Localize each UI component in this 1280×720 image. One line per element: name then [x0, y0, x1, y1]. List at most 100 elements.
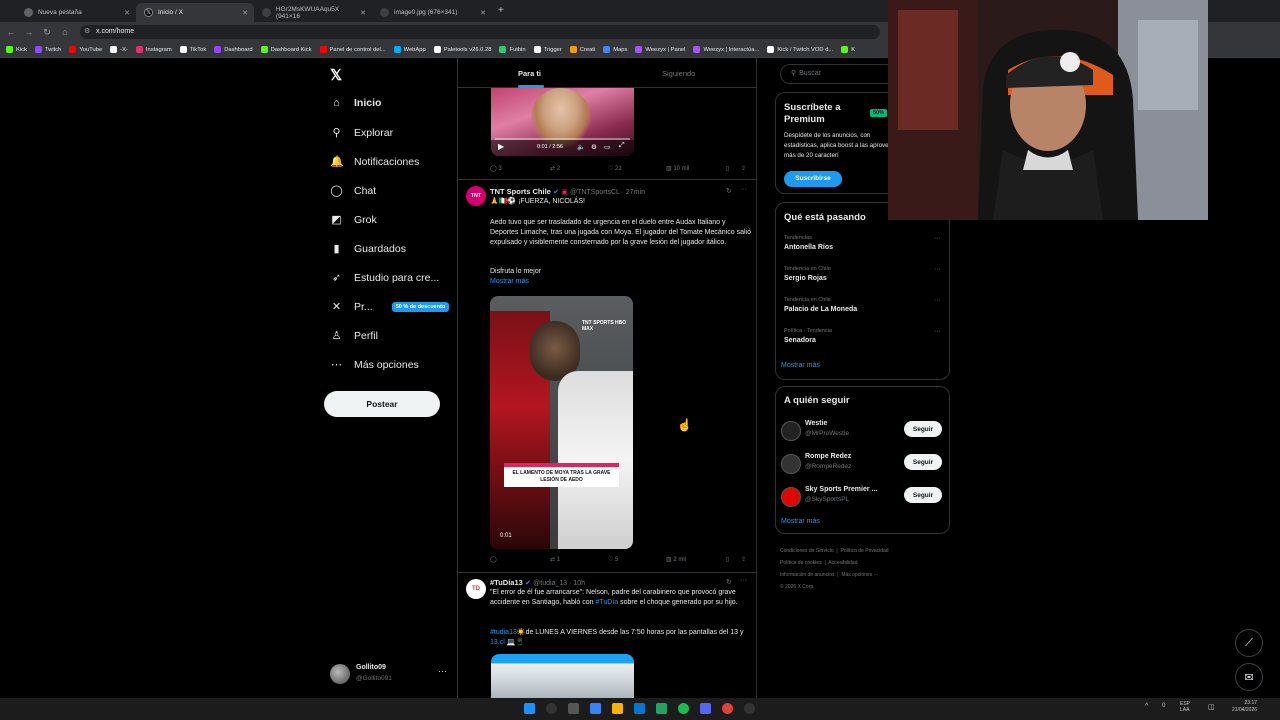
tweet-author[interactable]: #TuDía13 — [490, 578, 523, 587]
views-icon[interactable]: ▥ 2 mil — [666, 556, 686, 563]
bookmark-item[interactable]: Dashboard — [214, 46, 253, 53]
fullscreen-icon[interactable]: ⤢ — [619, 142, 625, 150]
post-button[interactable]: Postear — [324, 391, 440, 417]
bookmark-icon[interactable]: ▯ — [726, 165, 729, 172]
sidebar-item-pr[interactable]: ✕ Pr... 50 % de descuento — [330, 300, 450, 313]
hashtag-link[interactable]: #tudia13 — [490, 629, 517, 636]
sidebar-item-chat[interactable]: ◯ Chat — [330, 184, 376, 198]
sidebar-item-guardados[interactable]: ▮ Guardados — [330, 242, 405, 256]
sidebar-item-grok[interactable]: ◩ Grok — [330, 213, 376, 227]
app-icon[interactable] — [634, 703, 645, 714]
trend-item[interactable]: Tendencia en Chile Palacio de La Moneda ··… — [776, 297, 949, 325]
bookmark-item[interactable]: -X- — [110, 46, 128, 53]
show-more-link[interactable]: Mostrar más — [781, 362, 820, 369]
avatar[interactable]: TD — [466, 579, 486, 599]
windows-start-icon[interactable] — [524, 703, 535, 714]
back-icon[interactable]: ← — [2, 27, 20, 37]
network-icon[interactable]: ◫ — [1208, 703, 1215, 711]
follow-name[interactable]: Rompe Redez — [805, 453, 851, 460]
footer-link[interactable]: Más opciones ··· — [841, 572, 878, 578]
bookmark-item[interactable]: Kick / Twitch VOD d... — [767, 46, 833, 53]
excel-icon[interactable] — [656, 703, 667, 714]
sidebar-item-explorar[interactable]: ⚲ Explorar — [330, 126, 393, 140]
sidebar-item-inicio[interactable]: ⌂ Inicio — [330, 97, 381, 109]
bookmark-item[interactable]: Weezyx | Interactúa... — [693, 46, 759, 53]
avatar[interactable]: TNT — [466, 186, 486, 206]
new-tab-icon[interactable]: + — [498, 5, 504, 16]
folder-icon[interactable] — [612, 703, 623, 714]
footer-link[interactable]: Accesibilidad — [828, 560, 857, 566]
bookmark-item[interactable]: Maps — [603, 46, 627, 53]
more-icon[interactable]: ··· — [934, 297, 941, 304]
follow-name[interactable]: Sky Sports Premier ... — [805, 486, 877, 493]
hashtag-link[interactable]: #TuDía — [595, 599, 618, 606]
follow-suggestion[interactable]: Rompe Redez @RompeRedez Seguir — [776, 452, 949, 480]
bookmark-item[interactable]: Trigger — [533, 46, 562, 53]
volume-icon[interactable]: 🔈 — [577, 143, 585, 151]
messages-icon[interactable]: ✉ — [1235, 663, 1263, 691]
url-link[interactable]: 13.cl — [490, 639, 505, 646]
bookmark-item[interactable]: TikTok — [179, 46, 206, 53]
footer-link[interactable]: Política de cookies — [780, 560, 822, 566]
bookmark-item[interactable]: Creati — [569, 46, 595, 53]
bookmark-item[interactable]: WebApp — [393, 46, 426, 53]
share-icon[interactable]: ⇪ — [741, 556, 746, 563]
bookmark-item[interactable]: Twitch — [34, 46, 61, 53]
video-player[interactable]: ▶ 0:01 / 2:56 🔈 ⚙ ▭ ⤢ — [491, 88, 634, 156]
bookmark-item[interactable]: Dashboard Kick — [260, 46, 312, 53]
x-logo-icon[interactable]: 𝕏 — [330, 66, 342, 84]
bookmark-item[interactable]: Weezyx | Panel — [635, 46, 685, 53]
browser-tab[interactable]: Nueva pestaña ✕ — [16, 3, 136, 22]
follow-button[interactable]: Seguir — [904, 487, 942, 503]
more-icon[interactable]: ··· — [934, 328, 941, 335]
footer-link[interactable]: Información de anuncios — [780, 572, 834, 578]
tweet[interactable]: TNT TNT Sports Chile ✔ ▣ @TNTSportsCL · … — [458, 180, 756, 574]
more-icon[interactable]: ··· — [740, 186, 747, 193]
grok-icon[interactable]: ↻ — [726, 578, 732, 586]
clock[interactable]: 23:17 21/04/2026 — [1232, 700, 1257, 714]
chrome-icon[interactable] — [722, 703, 733, 714]
trend-item[interactable]: Tendencias Antonella Ríos ··· — [776, 235, 949, 263]
tray-chevron-icon[interactable]: ^ — [1145, 703, 1148, 710]
bookmark-item[interactable]: Paletools v26.0.28 — [433, 46, 491, 53]
sidebar-item-estudio-para-cre[interactable]: ➶ Estudio para cre... — [330, 271, 439, 285]
show-more-link[interactable]: Mostrar más — [490, 277, 752, 287]
follow-button[interactable]: Seguir — [904, 454, 942, 470]
progress-bar[interactable] — [495, 138, 630, 140]
search-icon[interactable] — [546, 703, 557, 714]
bookmark-item[interactable]: YouTube — [69, 46, 102, 53]
site-info-icon[interactable]: ⚙ — [84, 25, 90, 39]
sidebar-item-notificaciones[interactable]: 🔔 Notificaciones — [330, 155, 419, 169]
bookmark-item[interactable]: Kick — [6, 46, 27, 53]
bookmark-item[interactable]: K — [841, 46, 855, 53]
grok-icon[interactable]: ⟋ — [1235, 629, 1263, 657]
like-icon[interactable]: ♡ 5 — [608, 556, 618, 563]
reload-icon[interactable]: ↻ — [38, 27, 56, 38]
url-field[interactable]: ⚙ x.com/home — [80, 25, 880, 39]
forward-icon[interactable]: → — [20, 27, 38, 37]
home-button-icon[interactable]: ⌂ — [56, 27, 74, 37]
play-icon[interactable]: ▶ — [498, 142, 504, 151]
more-icon[interactable]: ··· — [740, 577, 747, 584]
app-icon[interactable] — [590, 703, 601, 714]
bookmark-icon[interactable]: ▯ — [726, 556, 729, 563]
footer-link[interactable]: Condiciones de Servicio — [780, 548, 834, 554]
avatar[interactable] — [781, 487, 801, 507]
trend-item[interactable]: Política · Tendencia Senadora ··· — [776, 328, 949, 356]
tab-following[interactable]: Siguiendo — [662, 69, 695, 78]
close-icon[interactable]: ✕ — [124, 9, 130, 17]
close-icon[interactable]: ✕ — [360, 9, 366, 17]
avatar[interactable] — [781, 454, 801, 474]
bookmark-item[interactable]: Panel de control del... — [319, 46, 386, 53]
sidebar-item-perfil[interactable]: ♙ Perfil — [330, 329, 378, 343]
close-icon[interactable]: ✕ — [242, 9, 248, 17]
tweet[interactable]: TD #TuDía13 ✔ @tudia_13 · 10h ↻ ··· "El … — [458, 573, 756, 698]
more-icon[interactable]: ··· — [934, 235, 941, 242]
grok-icon[interactable]: ↻ — [726, 187, 732, 195]
reply-icon[interactable]: ◯ — [490, 556, 497, 563]
tab-for-you[interactable]: Para ti — [518, 69, 541, 78]
video-player[interactable]: TNT SPORTS HBO MAX EL LAMENTO DE MOYA TR… — [490, 296, 633, 549]
bookmark-item[interactable]: Futbin — [499, 46, 526, 53]
settings-icon[interactable] — [568, 703, 579, 714]
follow-suggestion[interactable]: Sky Sports Premier ... @SkySportsPL Seguir — [776, 485, 949, 513]
